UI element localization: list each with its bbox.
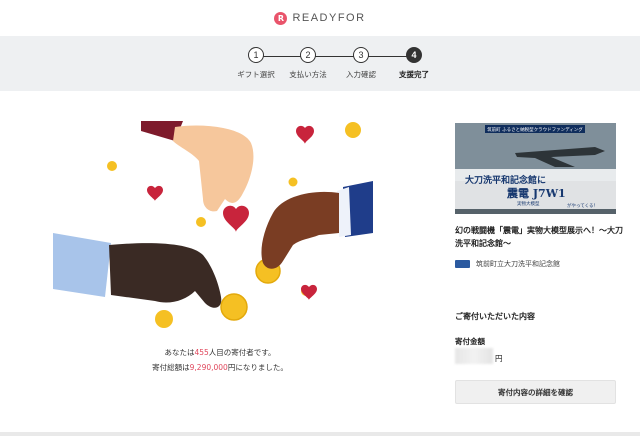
project-image[interactable]: 筑前町 ふるさと納税型クラウドファンディング 大刀洗平和記念館に 震電 J7W1… bbox=[455, 123, 616, 214]
thank-you-illustration bbox=[53, 121, 373, 328]
total-amount: 9,290,000 bbox=[189, 363, 228, 372]
right-hand bbox=[261, 191, 339, 269]
coin-icon bbox=[288, 177, 298, 187]
coin-icon bbox=[107, 161, 117, 171]
heart-icon bbox=[301, 284, 317, 300]
image-line1: 大刀洗平和記念館に bbox=[465, 174, 546, 186]
project-image-art: 筑前町 ふるさと納税型クラウドファンディング 大刀洗平和記念館に 震電 J7W1… bbox=[455, 123, 616, 214]
amount-label: 寄付金額 bbox=[455, 337, 485, 346]
heart-icon bbox=[296, 125, 314, 144]
bottom-divider bbox=[0, 432, 640, 436]
msg-text: あなたは bbox=[164, 348, 195, 357]
msg-text: 円になりました。 bbox=[227, 363, 288, 372]
coin-icon bbox=[345, 122, 361, 138]
step-number: 2 bbox=[300, 47, 316, 63]
step-number: 4 bbox=[406, 47, 422, 63]
supporter-count: 455 bbox=[194, 348, 209, 357]
total-amount-message: 寄付総額は9,290,000円になりました。 bbox=[100, 362, 340, 373]
logo-text: READYFOR bbox=[292, 12, 366, 24]
top-hand bbox=[173, 125, 254, 212]
image-line2: 震電 J7W1 bbox=[506, 187, 566, 200]
step-number: 3 bbox=[353, 47, 369, 63]
donation-heading: ご寄付いただいた内容 bbox=[455, 312, 535, 321]
coin-icon bbox=[220, 293, 248, 321]
step-support-complete: 4 支援完了 bbox=[374, 47, 454, 80]
amount-unit: 円 bbox=[495, 354, 503, 363]
readyfor-logo-icon: R bbox=[274, 11, 288, 25]
view-donation-details-button[interactable]: 寄付内容の詳細を確認 bbox=[455, 380, 616, 404]
image-banner-text: 筑前町 ふるさと納税型クラウドファンディング bbox=[487, 126, 583, 133]
step-number: 1 bbox=[248, 47, 264, 63]
image-line4: がやってくる！ bbox=[567, 202, 598, 209]
heart-icon bbox=[223, 205, 249, 232]
organization-name: 筑前町立大刀洗平和記念館 bbox=[476, 260, 560, 268]
organization-logo-icon bbox=[455, 260, 470, 268]
heart-icon bbox=[147, 185, 163, 201]
step-label: 支援完了 bbox=[399, 70, 429, 79]
progress-stepper: 1 ギフト選択 2 支払い方法 3 入力確認 4 支援完了 bbox=[0, 36, 640, 91]
amount-value-redacted bbox=[455, 348, 493, 364]
amount-row: 円 bbox=[455, 348, 503, 364]
msg-text: 人目の寄付者です。 bbox=[208, 348, 276, 357]
project-title[interactable]: 幻の戦闘機「震電」実物大模型展示へ！〜大刀洗平和記念館〜 bbox=[455, 224, 625, 250]
organization[interactable]: 筑前町立大刀洗平和記念館 bbox=[455, 259, 560, 269]
supporter-count-message: あなたは455人目の寄付者です。 bbox=[100, 347, 340, 358]
site-header: R READYFOR bbox=[0, 0, 640, 36]
blue-sleeve bbox=[53, 233, 111, 297]
coin-icon bbox=[155, 310, 173, 328]
white-cuff bbox=[337, 187, 351, 237]
msg-text: 寄付総額は bbox=[152, 363, 190, 372]
readyfor-logo[interactable]: R READYFOR bbox=[274, 11, 366, 25]
left-hand bbox=[109, 243, 222, 308]
coin-icon bbox=[196, 217, 206, 227]
image-line3: 実物大模型 bbox=[517, 200, 540, 207]
